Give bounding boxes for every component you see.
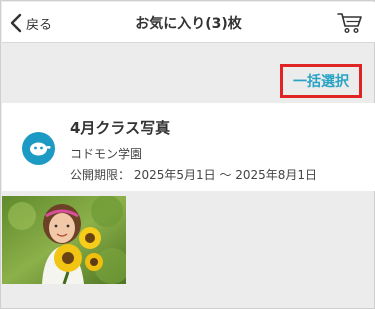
photo-thumbnail[interactable] [2, 196, 126, 284]
publish-period: 公開期限： 2025年5月1日 〜 2025年8月1日 [70, 168, 318, 182]
bulk-select-button[interactable]: 一括選択 [280, 64, 362, 98]
page-title: お気に入り(3)枚 [135, 16, 242, 32]
album-card[interactable]: 4月クラス写真 コドモン学園 公開期限： 2025年5月1日 〜 2025年8月… [2, 103, 375, 191]
app-frame: 戻る お気に入り(3)枚 一括選択 4月クラス写真 コドモン学園 公開期限： 2… [0, 0, 375, 309]
header-bar: 戻る お気に入り(3)枚 [2, 2, 375, 43]
cart-icon [337, 13, 362, 34]
album-title: 4月クラス写真 [70, 119, 171, 137]
app-logo-icon [22, 132, 55, 165]
cart-button[interactable] [337, 11, 363, 35]
school-name: コドモン学園 [70, 147, 143, 161]
photo-grid [2, 196, 375, 286]
